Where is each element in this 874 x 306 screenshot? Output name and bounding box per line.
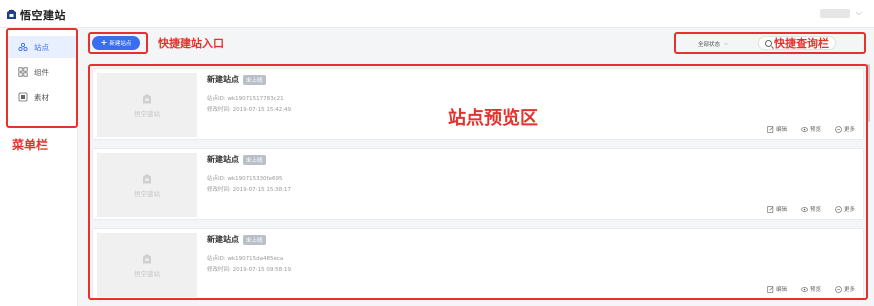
chevron-down-icon: ⌵: [855, 8, 862, 17]
user-menu[interactable]: ⌵: [819, 8, 862, 18]
top-bar: 悟空建站 ⌵: [0, 0, 874, 28]
app-title: 悟空建站: [20, 9, 66, 22]
annotation-preview-label: 站点预览区: [448, 108, 538, 129]
avatar: [819, 8, 850, 18]
page-body: 站点 组件 素材 + 新建站点 全部状态 ⌵ 悟空建站 新建站点 未上线 站点I…: [0, 28, 874, 306]
annotation-search-box: [674, 32, 866, 54]
app-logo[interactable]: 悟空建站: [6, 7, 66, 23]
logo-icon: [6, 9, 17, 21]
annotation-preview-box: [88, 64, 868, 300]
annotation-search-label: 快捷查询栏: [774, 37, 829, 50]
annotation-menu-label: 菜单栏: [12, 138, 49, 152]
annotation-quick-create-label: 快捷建站入口: [158, 37, 224, 50]
annotation-menu-box: [6, 28, 78, 128]
annotation-quick-create-box: [88, 32, 148, 54]
